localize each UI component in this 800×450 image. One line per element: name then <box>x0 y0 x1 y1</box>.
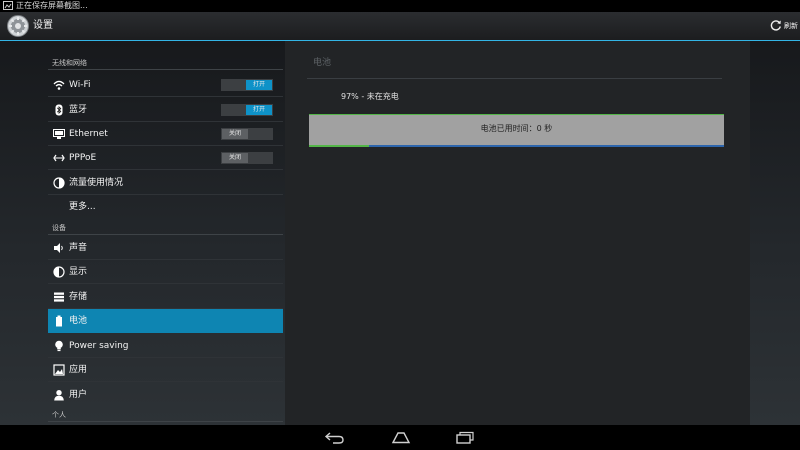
status-bar: 正在保存屏幕截图... <box>0 0 800 12</box>
ethernet-icon <box>53 129 65 139</box>
bluetooth-icon <box>55 104 63 116</box>
notification-text: 正在保存屏幕截图... <box>16 1 88 10</box>
settings-item-label: 蓝牙 <box>69 105 88 115</box>
battery-panel: 电池 97% - 未在充电 电池已用时间：0 秒 <box>285 41 750 425</box>
settings-item-label: 用户 <box>69 390 88 400</box>
settings-item-label: Ethernet <box>69 129 108 139</box>
settings-item-label: Wi-Fi <box>69 80 91 90</box>
settings-item-label: 声音 <box>69 243 88 253</box>
toggle-thumb: 打开 <box>246 105 272 115</box>
divider <box>48 283 283 284</box>
section-header-label: 个人 <box>52 411 66 419</box>
wifi-icon <box>53 80 65 90</box>
divider <box>307 78 722 79</box>
divider <box>48 169 283 170</box>
settings-item-label: 电池 <box>69 316 88 326</box>
battery-graph-level <box>309 145 369 147</box>
ethernet-toggle[interactable]: 关闭 <box>221 128 273 140</box>
settings-item-storage[interactable]: 存储 <box>48 285 283 309</box>
settings-item-label: 应用 <box>69 365 88 375</box>
settings-item-power-saving[interactable]: Power saving <box>48 334 283 358</box>
settings-item-wifi[interactable]: Wi-Fi 打开 <box>48 73 283 97</box>
refresh-icon[interactable] <box>770 19 782 31</box>
lightbulb-icon <box>55 340 63 352</box>
data-usage-icon <box>53 177 65 189</box>
settings-item-label: Power saving <box>69 341 129 351</box>
toggle-label: 打开 <box>252 81 265 88</box>
section-header-label: 无线和网络 <box>52 59 87 67</box>
recent-apps-icon[interactable] <box>454 431 476 444</box>
settings-item-pppoe[interactable]: PPPoE 关闭 <box>48 146 283 170</box>
battery-graph-baseline <box>309 145 724 147</box>
settings-item-bluetooth[interactable]: 蓝牙 打开 <box>48 98 283 122</box>
settings-item-label: 存储 <box>69 292 88 302</box>
settings-item-label: PPPoE <box>69 153 97 163</box>
toggle-thumb: 关闭 <box>222 153 248 163</box>
back-icon[interactable] <box>324 431 346 444</box>
section-header-device: 设备 <box>48 220 283 235</box>
divider <box>48 381 283 382</box>
section-header-personal: 个人 <box>48 407 283 422</box>
battery-usage-time: 电池已用时间：0 秒 <box>480 124 553 133</box>
settings-item-apps[interactable]: 应用 <box>48 358 283 382</box>
home-icon[interactable] <box>390 431 412 444</box>
settings-item-sound[interactable]: 声音 <box>48 236 283 260</box>
refresh-button[interactable]: 刷新 <box>784 12 798 40</box>
toggle-label: 关闭 <box>228 130 241 137</box>
battery-icon <box>56 315 62 327</box>
screenshot-icon <box>3 1 13 10</box>
toggle-thumb: 关闭 <box>222 129 248 139</box>
toggle-thumb: 打开 <box>246 80 272 90</box>
action-bar: 设置 刷新 <box>0 12 800 41</box>
toggle-label: 打开 <box>252 106 265 113</box>
toggle-label: 关闭 <box>228 154 241 161</box>
settings-item-battery[interactable]: 电池 <box>48 309 283 333</box>
page-title: 设置 <box>33 20 53 31</box>
bluetooth-toggle[interactable]: 打开 <box>221 104 273 116</box>
settings-item-users[interactable]: 用户 <box>48 383 283 407</box>
settings-item-label: 显示 <box>69 267 88 277</box>
storage-icon <box>54 292 64 302</box>
navigation-bar <box>0 425 800 450</box>
user-icon <box>54 390 64 401</box>
battery-history-graph[interactable]: 电池已用时间：0 秒 <box>309 114 724 147</box>
settings-app-icon[interactable] <box>7 15 29 37</box>
divider <box>48 96 283 97</box>
pppoe-toggle[interactable]: 关闭 <box>221 152 273 164</box>
panel-title: 电池 <box>313 58 332 68</box>
speaker-icon <box>54 243 63 253</box>
battery-status: 97% - 未在充电 <box>341 92 399 101</box>
section-header-label: 设备 <box>52 224 66 232</box>
pppoe-icon <box>53 154 65 162</box>
settings-item-label: 流量使用情况 <box>69 178 124 188</box>
section-header-wireless: 无线和网络 <box>48 55 283 70</box>
settings-item-ethernet[interactable]: Ethernet 关闭 <box>48 122 283 146</box>
display-icon <box>53 266 65 278</box>
wifi-toggle[interactable]: 打开 <box>221 79 273 91</box>
settings-list[interactable]: 无线和网络 Wi-Fi 打开 蓝牙 打开 Ethernet 关闭 PPPoE 关… <box>48 41 283 425</box>
settings-item-more[interactable]: 更多... <box>48 195 283 219</box>
settings-item-label: 更多... <box>69 202 96 212</box>
settings-item-data-usage[interactable]: 流量使用情况 <box>48 171 283 195</box>
apps-icon <box>53 364 65 376</box>
settings-item-display[interactable]: 显示 <box>48 260 283 284</box>
